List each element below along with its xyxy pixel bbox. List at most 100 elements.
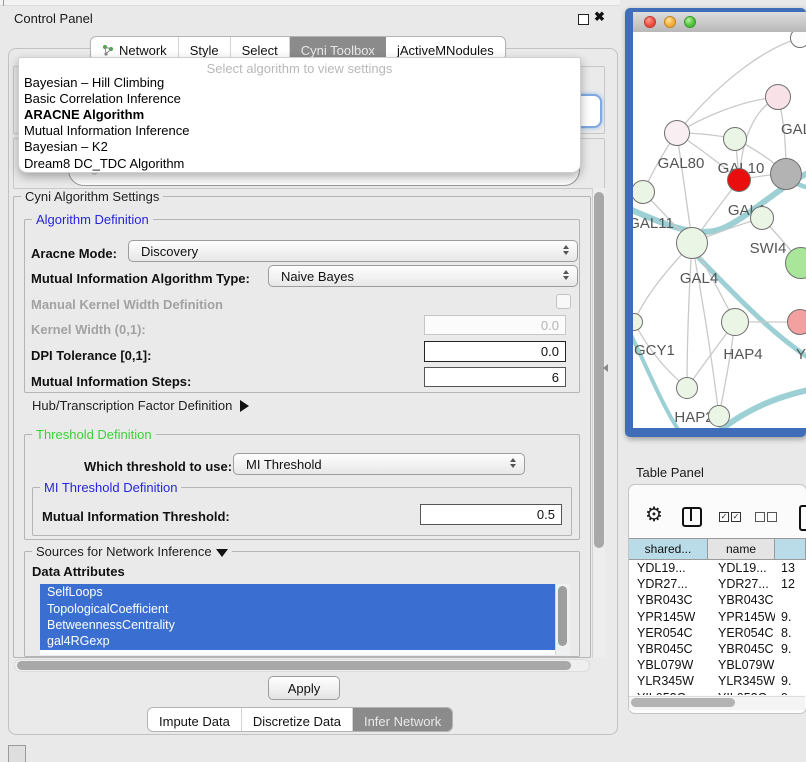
- network-canvas[interactable]: GALGAL80GAL10GAL1GAL11SWI4GAL4GCY1HAP4YH…: [633, 32, 806, 428]
- node-label: GAL80: [658, 155, 705, 172]
- tab-label: Select: [242, 43, 278, 58]
- screen: Control Panel ✖ NetworkStyleSelectCyni T…: [0, 0, 806, 762]
- algorithm-option[interactable]: Bayesian – K2: [22, 139, 577, 155]
- apply-button[interactable]: Apply: [268, 676, 340, 700]
- network-node-hap2[interactable]: [676, 377, 698, 399]
- network-node[interactable]: [770, 158, 802, 190]
- tab-impute-data[interactable]: Impute Data: [148, 708, 242, 731]
- checked-box-icon[interactable]: ✓: [731, 512, 741, 522]
- table-cell: YER054C: [708, 626, 775, 640]
- network-node-gal[interactable]: [765, 84, 791, 110]
- stepper-icon: [563, 270, 569, 280]
- algorithm-option[interactable]: Bayesian – Hill Climbing: [22, 74, 577, 90]
- data-attribute-item[interactable]: gal4RGexp: [40, 633, 570, 649]
- table-panel-title: Table Panel: [636, 465, 704, 480]
- network-node-gal80[interactable]: [664, 120, 690, 146]
- node-label: HAP4: [723, 346, 762, 363]
- stepper-icon: [510, 458, 516, 468]
- dpi-tolerance-label: DPI Tolerance [0,1]:: [31, 348, 151, 363]
- sources-legend[interactable]: Sources for Network Inference: [32, 544, 232, 559]
- table-cell: YIL052C: [629, 691, 708, 695]
- threshold-definition-legend: Threshold Definition: [32, 427, 156, 442]
- table-row[interactable]: YPR145WYPR145W9.: [629, 609, 806, 625]
- checked-box-icon[interactable]: ✓: [719, 512, 729, 522]
- table-row[interactable]: YBR045CYBR045C9.: [629, 641, 806, 657]
- network-node-swi4[interactable]: [750, 206, 774, 230]
- algorithm-option[interactable]: Mutual Information Inference: [22, 123, 577, 139]
- unchecked-box-icon[interactable]: [767, 512, 777, 522]
- attributes-scrollbar[interactable]: [555, 584, 570, 655]
- dpi-tolerance-field[interactable]: 0.0: [424, 341, 566, 362]
- table-cell: YBR043C: [708, 593, 775, 607]
- column-header[interactable]: name: [708, 538, 775, 560]
- network-node-hap4[interactable]: [721, 308, 749, 336]
- which-threshold-combo[interactable]: MI Threshold: [233, 453, 525, 475]
- algorithm-option[interactable]: Basic Correlation Inference: [22, 90, 577, 106]
- node-label: GAL11: [633, 215, 674, 232]
- mi-type-combo[interactable]: Naive Bayes: [268, 265, 578, 287]
- close-icon[interactable]: ✖: [594, 9, 605, 25]
- close-traffic-light-icon[interactable]: [644, 16, 656, 28]
- table-row[interactable]: YER054CYER054C8.: [629, 625, 806, 641]
- network-node-gal1[interactable]: [727, 168, 751, 192]
- aracne-mode-label: Aracne Mode:: [31, 246, 117, 261]
- algorithm-option[interactable]: Dream8 DC_TDC Algorithm: [22, 155, 577, 171]
- column-header[interactable]: shared...: [629, 538, 708, 560]
- table-cell: 12: [775, 577, 806, 591]
- tab-label: jActiveMNodules: [397, 43, 494, 58]
- algorithm-definition-legend: Algorithm Definition: [32, 212, 153, 227]
- aracne-mode-combo[interactable]: Discovery: [128, 240, 578, 262]
- data-attribute-item[interactable]: BetweennessCentrality: [40, 617, 570, 633]
- manual-kernel-label: Manual Kernel Width Definition: [31, 297, 223, 312]
- node-label: GAL: [781, 121, 806, 138]
- table-cell: YLR345W: [708, 674, 775, 688]
- network-node-gal4[interactable]: [676, 227, 708, 259]
- minimize-traffic-light-icon[interactable]: [664, 16, 676, 28]
- partial-toolbar-icon[interactable]: [799, 505, 806, 531]
- table-cell: YBR043C: [629, 593, 708, 607]
- data-attribute-item[interactable]: TopologicalCoefficient: [40, 600, 570, 616]
- sources-legend-text: Sources for Network Inference: [36, 544, 212, 559]
- table-row[interactable]: YDL19...YDL19...13: [629, 560, 806, 576]
- panel-title: Control Panel: [14, 11, 93, 26]
- tab-label: Cyni Toolbox: [301, 43, 375, 58]
- hub-definition-expander[interactable]: Hub/Transcription Factor Definition: [32, 398, 249, 413]
- node-label: SWI4: [750, 240, 787, 257]
- network-node-y[interactable]: [787, 309, 806, 335]
- float-panel-icon[interactable]: [578, 14, 589, 25]
- data-attributes-label: Data Attributes: [32, 564, 125, 579]
- top-tick: [3, 0, 4, 6]
- table-horizontal-scrollbar-thumb[interactable]: [631, 698, 735, 707]
- unchecked-box-icon[interactable]: [755, 512, 765, 522]
- bottom-left-mini-icon[interactable]: [8, 745, 26, 762]
- zoom-traffic-light-icon[interactable]: [684, 16, 696, 28]
- table-cell: YBR045C: [629, 642, 708, 656]
- network-window-titlebar[interactable]: [633, 12, 806, 33]
- table-cell: YLR345W: [629, 674, 708, 688]
- table-row[interactable]: YDR27...YDR27...12: [629, 576, 806, 592]
- columns-icon[interactable]: [682, 507, 702, 527]
- splitter-arrow-icon[interactable]: [603, 364, 608, 372]
- data-attribute-item[interactable]: SelfLoops: [40, 584, 570, 600]
- table-row[interactable]: YIL052CYIL052C9.: [629, 690, 806, 696]
- algorithm-option[interactable]: ARACNE Algorithm: [22, 106, 577, 122]
- table-row[interactable]: YLR345WYLR345W9.: [629, 673, 806, 689]
- manual-kernel-checkbox[interactable]: [556, 294, 571, 309]
- mi-steps-field[interactable]: 6: [424, 367, 566, 387]
- algorithm-dropdown: Select algorithm to view settings Bayesi…: [18, 57, 581, 173]
- mi-threshold-label: Mutual Information Threshold:: [42, 509, 230, 524]
- kernel-width-field[interactable]: 0.0: [424, 315, 566, 335]
- network-node[interactable]: [708, 405, 730, 427]
- table-row[interactable]: YBL079WYBL079W: [629, 657, 806, 673]
- network-node-gal10[interactable]: [723, 127, 747, 151]
- gear-icon[interactable]: ⚙: [645, 502, 663, 527]
- collapsed-arrow-icon: [240, 400, 249, 412]
- settings-horizontal-scrollbar-thumb[interactable]: [17, 661, 571, 670]
- tab-discretize-data[interactable]: Discretize Data: [242, 708, 353, 731]
- mi-threshold-field[interactable]: 0.5: [420, 504, 562, 525]
- cyni-settings-legend: Cyni Algorithm Settings: [21, 189, 163, 204]
- table-row[interactable]: YBR043CYBR043C: [629, 592, 806, 608]
- column-header[interactable]: [775, 538, 806, 560]
- table-cell: YDL19...: [629, 561, 708, 575]
- tab-infer-network[interactable]: Infer Network: [353, 708, 452, 731]
